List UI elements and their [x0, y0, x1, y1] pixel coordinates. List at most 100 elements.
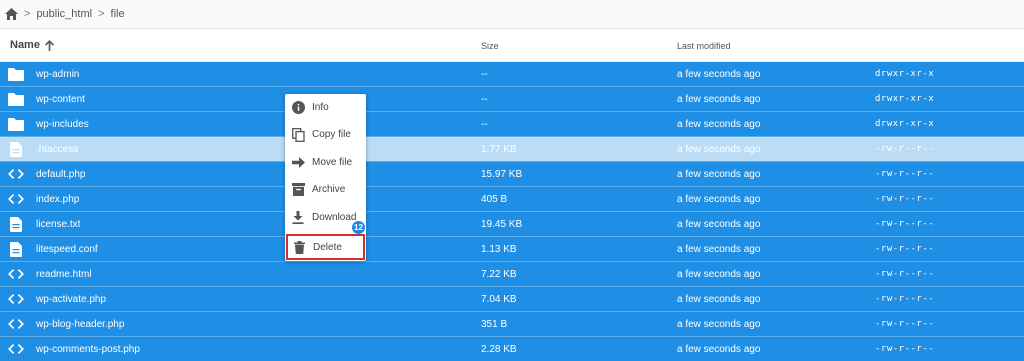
file-modified: a few seconds ago	[677, 319, 761, 330]
file-modified: a few seconds ago	[677, 69, 761, 80]
file-permissions: -rw-r--r--	[875, 344, 935, 354]
file-permissions: -rw-r--r--	[875, 294, 935, 304]
file-permissions: drwxr-xr-x	[875, 94, 935, 104]
table-row[interactable]: readme.html 7.22 KB a few seconds ago -r…	[0, 262, 1024, 287]
file-size: 19.45 KB	[481, 219, 523, 230]
menu-item-delete[interactable]: Delete	[286, 234, 365, 260]
table-header: Name Size Last modified	[0, 29, 1024, 62]
file-modified: a few seconds ago	[677, 244, 761, 255]
file-name: license.txt	[36, 219, 81, 230]
file-modified: a few seconds ago	[677, 169, 761, 180]
column-header-last-modified[interactable]: Last modified	[677, 41, 731, 51]
file-name: readme.html	[36, 269, 92, 280]
file-size: --	[481, 94, 488, 105]
menu-item-move-file[interactable]: Move file	[285, 149, 366, 176]
table-row[interactable]: litespeed.conf 1.13 KB a few seconds ago…	[0, 237, 1024, 262]
code-icon	[8, 342, 24, 356]
menu-item-copy-file-label: Copy file	[312, 129, 351, 140]
file-name: wp-blog-header.php	[36, 319, 125, 330]
file-permissions: -rw-r--r--	[875, 269, 935, 279]
file-modified: a few seconds ago	[677, 119, 761, 130]
file-name: wp-comments-post.php	[36, 344, 140, 355]
file-permissions: -rw-r--r--	[875, 169, 935, 179]
copy-icon	[291, 127, 305, 142]
folder-icon	[8, 92, 24, 106]
file-name: wp-admin	[36, 69, 80, 80]
file-size: 405 B	[481, 194, 508, 205]
file-modified: a few seconds ago	[677, 219, 761, 230]
home-icon[interactable]	[4, 7, 18, 21]
file-size: 351 B	[481, 319, 508, 330]
file-size: 2.28 KB	[481, 344, 517, 355]
column-header-size[interactable]: Size	[481, 41, 499, 51]
file-permissions: -rw-r--r--	[875, 194, 935, 204]
code-icon	[8, 317, 24, 331]
chevron-right-icon: >	[24, 8, 31, 20]
document-icon	[8, 141, 24, 157]
column-header-name[interactable]: Name	[10, 39, 54, 51]
menu-item-delete-label: Delete	[313, 241, 342, 253]
table-row[interactable]: .htaccess 1.77 KB a few seconds ago -rw-…	[0, 137, 1024, 162]
file-permissions: -rw-r--r--	[875, 319, 935, 329]
menu-item-info[interactable]: Info	[285, 94, 366, 121]
file-permissions: drwxr-xr-x	[875, 119, 935, 129]
file-permissions: -rw-r--r--	[875, 219, 935, 229]
table-row[interactable]: wp-comments-post.php 2.28 KB a few secon…	[0, 337, 1024, 361]
file-permissions: -rw-r--r--	[875, 144, 935, 154]
chevron-right-icon: >	[98, 8, 105, 20]
file-size: 15.97 KB	[481, 169, 523, 180]
table-row[interactable]: wp-content -- a few seconds ago drwxr-xr…	[0, 87, 1024, 112]
file-name: litespeed.conf	[36, 244, 98, 255]
file-size: 7.04 KB	[481, 294, 517, 305]
file-name: .htaccess	[36, 144, 79, 155]
table-row[interactable]: license.txt 19.45 KB a few seconds ago -…	[0, 212, 1024, 237]
file-size: 1.77 KB	[481, 144, 517, 155]
menu-item-copy-file[interactable]: Copy file	[285, 121, 366, 148]
file-name: default.php	[36, 169, 86, 180]
table-row[interactable]: wp-blog-header.php 351 B a few seconds a…	[0, 312, 1024, 337]
file-name: index.php	[36, 194, 80, 205]
table-row[interactable]: wp-admin -- a few seconds ago drwxr-xr-x	[0, 62, 1024, 87]
file-name: wp-activate.php	[36, 294, 107, 305]
file-name: wp-content	[36, 94, 85, 105]
code-icon	[8, 192, 24, 206]
menu-item-info-label: Info	[312, 102, 329, 113]
breadcrumb: > public_html > file	[0, 0, 1024, 29]
selection-count-badge: 12	[352, 221, 365, 234]
file-list: wp-admin -- a few seconds ago drwxr-xr-x…	[0, 62, 1024, 361]
file-modified: a few seconds ago	[677, 94, 761, 105]
code-icon	[8, 267, 24, 281]
menu-item-archive-label: Archive	[312, 184, 346, 195]
file-modified: a few seconds ago	[677, 344, 761, 355]
file-size: 1.13 KB	[481, 244, 517, 255]
breadcrumb-item-file[interactable]: file	[111, 8, 125, 20]
file-permissions: drwxr-xr-x	[875, 69, 935, 79]
file-modified: a few seconds ago	[677, 269, 761, 280]
context-menu: Info Copy file Move file Archive Downloa…	[285, 94, 366, 261]
archive-icon	[291, 183, 305, 197]
menu-item-download-label: Download	[312, 212, 357, 223]
column-header-name-label: Name	[10, 39, 40, 51]
trash-icon	[292, 240, 306, 254]
file-size: --	[481, 119, 488, 130]
document-icon	[8, 216, 24, 232]
download-icon	[291, 211, 305, 225]
file-name: wp-includes	[36, 119, 89, 130]
file-modified: a few seconds ago	[677, 194, 761, 205]
folder-icon	[8, 117, 24, 131]
menu-item-archive[interactable]: Archive	[285, 176, 366, 203]
table-row[interactable]: wp-activate.php 7.04 KB a few seconds ag…	[0, 287, 1024, 312]
code-icon	[8, 167, 24, 181]
breadcrumb-item-public-html[interactable]: public_html	[36, 8, 92, 20]
arrow-right-icon	[291, 156, 305, 170]
sort-ascending-icon[interactable]	[44, 39, 54, 51]
file-modified: a few seconds ago	[677, 294, 761, 305]
table-row[interactable]: default.php 15.97 KB a few seconds ago -…	[0, 162, 1024, 187]
file-size: 7.22 KB	[481, 269, 517, 280]
document-icon	[8, 241, 24, 257]
table-row[interactable]: index.php 405 B a few seconds ago -rw-r-…	[0, 187, 1024, 212]
menu-item-move-file-label: Move file	[312, 157, 353, 168]
file-size: --	[481, 69, 488, 80]
table-row[interactable]: wp-includes -- a few seconds ago drwxr-x…	[0, 112, 1024, 137]
file-permissions: -rw-r--r--	[875, 244, 935, 254]
